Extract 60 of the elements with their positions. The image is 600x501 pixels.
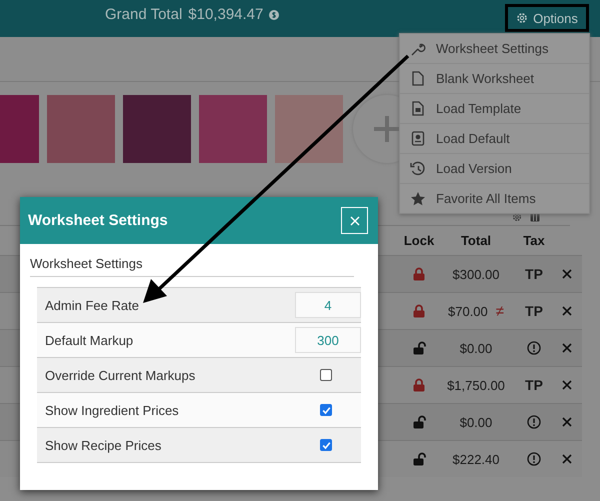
lock-icon[interactable] <box>413 378 425 392</box>
color-swatch[interactable] <box>275 95 343 163</box>
menu-item[interactable]: Load Version <box>400 153 589 183</box>
alert-icon <box>527 452 541 466</box>
setting-label: Default Markup <box>45 332 134 348</box>
color-swatch[interactable] <box>199 95 267 163</box>
mismatch-label: ≠ <box>496 302 504 320</box>
unlock-icon[interactable] <box>412 341 426 355</box>
setting-label: Override Current Markups <box>45 368 196 382</box>
color-swatch[interactable] <box>123 95 191 163</box>
remove-icon[interactable] <box>562 454 572 464</box>
close-button[interactable] <box>341 207 368 234</box>
options-button[interactable]: Options <box>505 4 589 32</box>
lock-icon[interactable] <box>413 304 425 318</box>
checkbox[interactable] <box>320 439 332 451</box>
tax-code: TP <box>525 377 543 393</box>
dialog-title: Worksheet Settings <box>28 212 168 229</box>
total-amount: $300.00 <box>452 266 500 282</box>
setting-label: Show Recipe Prices <box>45 438 162 452</box>
number-field[interactable]: 300 <box>295 327 361 353</box>
checkbox[interactable] <box>320 404 332 416</box>
total-amount: $0.00 <box>460 340 492 356</box>
number-field[interactable]: 4 <box>295 292 361 318</box>
total-amount: $222.40 <box>452 452 500 466</box>
color-swatch[interactable] <box>47 95 115 163</box>
menu-item[interactable]: Blank Worksheet <box>400 63 589 93</box>
column-header: Lock <box>402 233 436 248</box>
remove-icon[interactable] <box>562 269 572 279</box>
close-icon <box>350 216 360 226</box>
lock-icon[interactable] <box>413 267 425 281</box>
tax-code: TP <box>525 303 543 319</box>
remove-icon[interactable] <box>562 306 572 316</box>
settings-icon <box>516 12 528 24</box>
menu-item[interactable]: Load Template <box>400 93 589 123</box>
tax-code: TP <box>525 266 543 282</box>
column-header: Total <box>460 233 492 248</box>
setting-label: Show Ingredient Prices <box>45 402 179 418</box>
remove-icon[interactable] <box>562 417 572 427</box>
unlock-icon[interactable] <box>412 415 426 429</box>
checkbox[interactable] <box>320 369 332 381</box>
menu-item[interactable]: Worksheet Settings <box>400 34 589 63</box>
remove-icon[interactable] <box>562 343 572 353</box>
unlock-icon[interactable] <box>412 452 426 466</box>
total-amount: $0.00 <box>460 414 492 430</box>
grand-total-amount: $10,394.47 <box>188 6 264 23</box>
settings-icon[interactable] <box>512 212 522 222</box>
star-icon <box>408 190 428 206</box>
section-heading: Worksheet Settings <box>30 256 354 277</box>
setting-label: Admin Fee Rate <box>45 298 139 312</box>
alert-icon <box>527 415 541 429</box>
total-amount: $70.00 <box>448 304 488 318</box>
grand-total-label: Grand Total <box>105 6 182 23</box>
menu-item[interactable]: Load Default <box>400 123 589 153</box>
menu-item[interactable]: Favorite All Items <box>400 183 589 213</box>
total-amount: $1,750.00 <box>447 378 505 392</box>
dollar-icon <box>269 10 280 20</box>
plus-icon <box>372 114 402 144</box>
column-header: Tax <box>522 233 546 248</box>
alert-icon <box>527 341 541 355</box>
remove-icon[interactable] <box>562 380 572 390</box>
